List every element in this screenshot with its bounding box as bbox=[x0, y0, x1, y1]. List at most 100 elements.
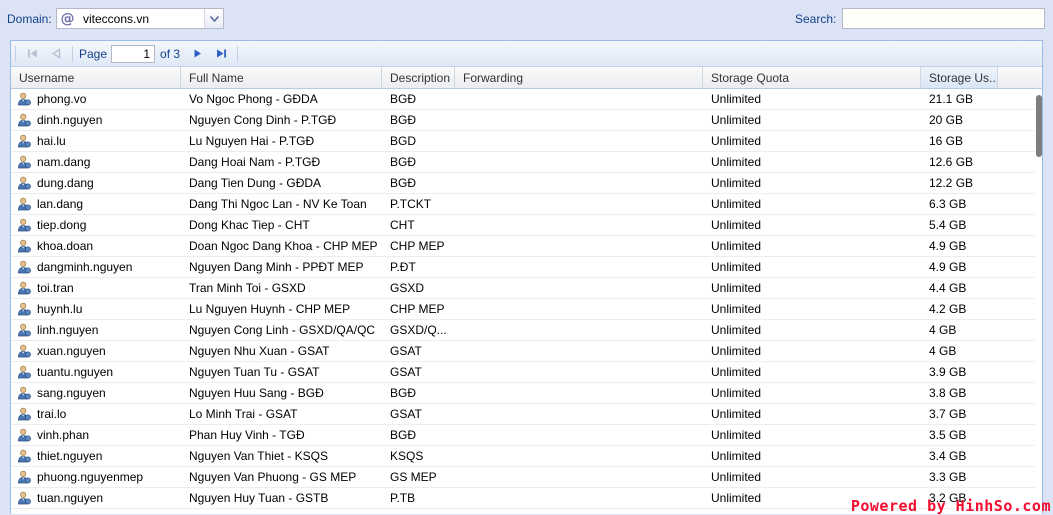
grid-column-headers: Username Full Name Description Forwarding St… bbox=[11, 67, 1042, 89]
cell-username: toi.tran bbox=[11, 278, 181, 298]
user-icon bbox=[18, 92, 31, 106]
cell-username-text: dinh.nguyen bbox=[37, 113, 103, 127]
cell-username-text: nam.dang bbox=[37, 155, 91, 169]
cell-description: BGD bbox=[390, 134, 417, 148]
user-icon bbox=[18, 239, 31, 253]
cell-username: lan.dang bbox=[11, 194, 181, 214]
next-page-icon[interactable] bbox=[186, 43, 208, 65]
table-row[interactable]: huynh.lu Lu Nguyen Huynh - CHP MEP CHP MEP… bbox=[11, 299, 1042, 320]
table-row[interactable]: vinh.phan Phan Huy Vinh - TGĐ BGĐ Unlimited… bbox=[11, 425, 1042, 446]
domain-select[interactable]: @ viteccons.vn bbox=[56, 8, 224, 29]
user-icon bbox=[18, 260, 31, 274]
table-row[interactable]: linh.nguyen Nguyen Cong Linh - GSXD/QA/QC… bbox=[11, 320, 1042, 341]
vertical-scrollbar-thumb[interactable] bbox=[1036, 95, 1042, 157]
cell-forwarding bbox=[455, 89, 703, 109]
table-row[interactable]: phong.vo Vo Ngoc Phong - GĐDA BGĐ Unlimited… bbox=[11, 89, 1042, 110]
cell-username-text: toi.tran bbox=[37, 281, 74, 295]
cell-quota: Unlimited bbox=[711, 176, 762, 190]
cell-forwarding bbox=[455, 152, 703, 172]
table-row[interactable]: hai.lu Lu Nguyen Hai - P.TGĐ BGD Unlimited 1… bbox=[11, 131, 1042, 152]
cell-forwarding bbox=[455, 173, 703, 193]
table-row[interactable]: phuong.nguyenmep Nguyen Van Phuong - GS M… bbox=[11, 467, 1042, 488]
cell-usage: 16 GB bbox=[929, 134, 964, 148]
cell-usage: 3.4 GB bbox=[929, 449, 967, 463]
watermark: Powered by HinhSo.com bbox=[850, 497, 1051, 515]
cell-usage: 3.3 GB bbox=[929, 470, 967, 484]
cell-quota: Unlimited bbox=[711, 323, 762, 337]
cell-fullname: Nguyen Tuan Tu - GSAT bbox=[189, 365, 320, 379]
cell-username: dung.dang bbox=[11, 173, 181, 193]
cell-username: xuan.nguyen bbox=[11, 341, 181, 361]
toolbar-separator bbox=[72, 45, 73, 62]
search-label: Search: bbox=[795, 12, 837, 26]
table-row[interactable]: lan.dang Dang Thi Ngoc Lan - NV Ke Toan P.… bbox=[11, 194, 1042, 215]
cell-username: phong.vo bbox=[11, 89, 181, 109]
column-header-forwarding[interactable]: Forwarding bbox=[455, 67, 703, 88]
top-toolbar: Domain: @ viteccons.vn Search: bbox=[0, 0, 1053, 38]
previous-page-icon[interactable] bbox=[45, 43, 67, 65]
cell-username-text: tuantu.nguyen bbox=[37, 365, 114, 379]
table-row[interactable]: khoa.doan Doan Ngoc Dang Khoa - CHP MEP CH… bbox=[11, 236, 1042, 257]
column-header-description[interactable]: Description bbox=[382, 67, 455, 88]
cell-username-text: trai.lo bbox=[37, 407, 67, 421]
cell-fullname: Dang Thi Ngoc Lan - NV Ke Toan bbox=[189, 197, 367, 211]
cell-usage: 3.8 GB bbox=[929, 386, 967, 400]
cell-usage: 4.9 GB bbox=[929, 260, 967, 274]
column-header-full-name[interactable]: Full Name bbox=[181, 67, 382, 88]
cell-usage: 21.1 GB bbox=[929, 92, 974, 106]
table-row[interactable]: tiep.dong Dong Khac Tiep - CHT CHT Unlimite… bbox=[11, 215, 1042, 236]
column-header-storage-us[interactable]: Storage Us... bbox=[921, 67, 998, 88]
cell-description: GS MEP bbox=[390, 470, 437, 484]
cell-fullname: Lu Nguyen Hai - P.TGĐ bbox=[189, 134, 315, 148]
cell-username-text: vinh.phan bbox=[37, 428, 90, 442]
at-icon: @ bbox=[60, 10, 75, 27]
table-row[interactable]: nam.dang Dang Hoai Nam - P.TGĐ BGĐ Unlimite… bbox=[11, 152, 1042, 173]
table-row[interactable]: tuantu.nguyen Nguyen Tuan Tu - GSAT GSAT Un… bbox=[11, 362, 1042, 383]
cell-quota: Unlimited bbox=[711, 449, 762, 463]
cell-description: GSAT bbox=[390, 365, 422, 379]
grid-rows-view[interactable]: phong.vo Vo Ngoc Phong - GĐDA BGĐ Unlimited… bbox=[11, 89, 1042, 514]
cell-quota: Unlimited bbox=[711, 113, 762, 127]
cell-fullname: Vo Ngoc Phong - GĐDA bbox=[189, 92, 318, 106]
table-row[interactable]: dung.dang Dang Tien Dung - GĐDA BGĐ Unlimit… bbox=[11, 173, 1042, 194]
cell-username: phuong.nguyenmep bbox=[11, 467, 181, 487]
paging-toolbar: Page of 3 bbox=[11, 41, 1042, 67]
cell-description: BGĐ bbox=[390, 428, 417, 442]
cell-fullname: Dong Khac Tiep - CHT bbox=[189, 218, 310, 232]
cell-forwarding bbox=[455, 131, 703, 151]
search-input[interactable] bbox=[842, 8, 1045, 29]
table-row[interactable]: thiet.nguyen Nguyen Van Thiet - KSQS KSQS U… bbox=[11, 446, 1042, 467]
cell-usage: 4 GB bbox=[929, 344, 957, 358]
last-page-icon[interactable] bbox=[210, 43, 232, 65]
cell-username-text: huynh.lu bbox=[37, 302, 83, 316]
table-row[interactable]: xuan.nguyen Nguyen Nhu Xuan - GSAT GSAT Unl… bbox=[11, 341, 1042, 362]
cell-quota: Unlimited bbox=[711, 197, 762, 211]
cell-usage: 3.5 GB bbox=[929, 428, 967, 442]
page-number-input[interactable] bbox=[111, 44, 156, 63]
cell-username: thiet.nguyen bbox=[11, 446, 181, 466]
domain-selected-value: viteccons.vn bbox=[83, 11, 150, 26]
table-row[interactable]: dangminh.nguyen Nguyen Dang Minh - PPĐT M… bbox=[11, 257, 1042, 278]
table-row[interactable]: toi.tran Tran Minh Toi - GSXD GSXD Unlimite… bbox=[11, 278, 1042, 299]
cell-username: nam.dang bbox=[11, 152, 181, 172]
table-row[interactable]: sang.nguyen Nguyen Huu Sang - BGĐ BGĐ Unlim… bbox=[11, 383, 1042, 404]
cell-usage: 3.9 GB bbox=[929, 365, 967, 379]
cell-username-text: phuong.nguyenmep bbox=[37, 470, 144, 484]
cell-username: linh.nguyen bbox=[11, 320, 181, 340]
cell-description: KSQS bbox=[390, 449, 424, 463]
cell-forwarding bbox=[455, 278, 703, 298]
toolbar-separator bbox=[237, 45, 239, 62]
chevron-down-icon[interactable] bbox=[204, 9, 223, 28]
first-page-icon[interactable] bbox=[21, 43, 43, 65]
cell-forwarding bbox=[455, 488, 703, 508]
table-row[interactable]: trai.lo Lo Minh Trai - GSAT GSAT Unlimited 3… bbox=[11, 404, 1042, 425]
table-row[interactable]: dinh.nguyen Nguyen Cong Dinh - P.TGĐ BGĐ Un… bbox=[11, 110, 1042, 131]
user-icon bbox=[18, 365, 31, 379]
column-header-storage-quota[interactable]: Storage Quota bbox=[703, 67, 921, 88]
cell-usage: 6.3 GB bbox=[929, 197, 967, 211]
cell-forwarding bbox=[455, 299, 703, 319]
toolbar-separator bbox=[15, 45, 16, 62]
cell-quota: Unlimited bbox=[711, 344, 762, 358]
cell-description: CHT bbox=[390, 218, 415, 232]
column-header-username[interactable]: Username bbox=[11, 67, 181, 88]
